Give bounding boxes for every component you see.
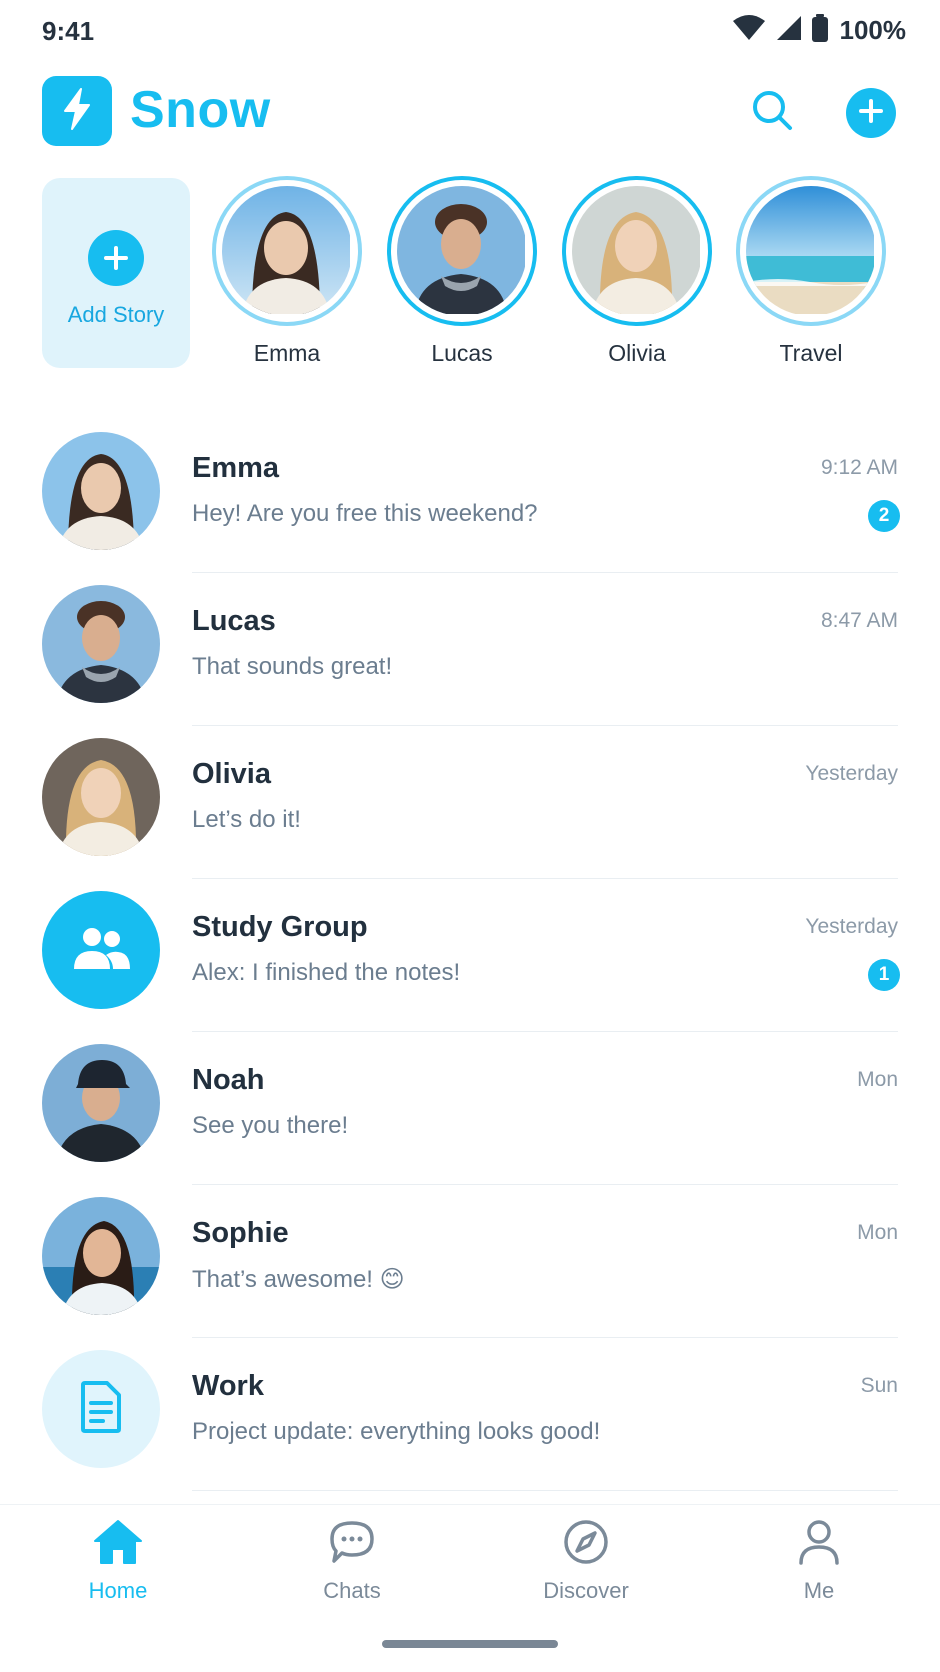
chat-preview: That sounds great! [192,653,393,680]
stories-bar: Add Story Emma Lucas Olivia Travel [0,176,940,376]
home-indicator [382,1640,558,1648]
chat-time: 9:12 AM [820,456,898,479]
chat-name: Work [192,1370,264,1402]
chat-name: Noah [192,1064,265,1096]
chat-preview: Project update: everything looks good! [192,1418,601,1445]
story-ring [212,176,362,326]
story-emma[interactable]: Emma [207,176,367,376]
home-icon [93,1519,143,1570]
nav-discover[interactable]: Discover [506,1519,666,1604]
chat-preview: Hey! Are you free this weekend? [192,500,538,527]
chat-preview: See you there! [192,1112,349,1139]
chat-name: Lucas [192,605,276,637]
story-travel[interactable]: Travel [731,176,891,376]
plus-icon [88,230,144,286]
chat-name: Emma [192,452,280,484]
chat-name: Sophie [192,1217,289,1249]
chat-preview: That’s awesome! 😊 [192,1266,405,1293]
status-bar: 9:41 100% [0,0,940,64]
avatar [42,738,160,856]
chat-bubble-icon [328,1519,376,1570]
story-ring [387,176,537,326]
compass-icon [563,1519,609,1570]
nav-label: Me [803,1578,835,1603]
status-time: 9:41 [42,16,95,46]
status-icons: 100% [732,14,907,47]
nav-label: Discover [543,1578,629,1603]
nav-home[interactable]: Home [38,1519,198,1604]
chat-row-sophie[interactable]: Sophie That’s awesome! 😊 Mon [0,1185,940,1338]
add-story-button[interactable]: Add Story [42,178,190,368]
search-button[interactable] [744,84,800,140]
avatar [746,186,876,316]
unread-badge: 1 [868,959,900,991]
battery-icon [811,14,828,47]
nav-label: Home [88,1578,148,1603]
chat-time: Sun [860,1374,898,1397]
app-header: Snow [0,70,940,154]
chat-name: Study Group [192,911,368,943]
new-chat-button[interactable] [846,88,896,138]
chat-time: 8:47 AM [820,609,898,632]
story-ring [562,176,712,326]
nav-chats[interactable]: Chats [272,1519,432,1604]
story-name: Olivia [608,340,666,366]
story-name: Travel [779,340,843,366]
chat-row-emma[interactable]: Emma Hey! Are you free this weekend? 9:1… [0,420,940,573]
group-icon [72,925,130,976]
chat-row-work[interactable]: Work Project update: everything looks go… [0,1338,940,1491]
add-story-label: Add Story [67,302,165,327]
chat-list: Emma Hey! Are you free this weekend? 9:1… [0,420,940,1491]
work-avatar [42,1350,160,1468]
avatar [222,186,352,316]
chat-time: Yesterday [805,762,898,785]
chat-time: Mon [857,1221,898,1244]
plus-icon [858,98,884,129]
chat-preview: Let’s do it! [192,806,301,833]
chat-preview: Alex: I finished the notes! [192,959,461,986]
divider [192,1490,898,1491]
bolt-icon [59,87,95,136]
chat-time: Mon [857,1068,898,1091]
chat-row-noah[interactable]: Noah See you there! Mon [0,1032,940,1185]
story-name: Lucas [431,340,493,366]
chat-time: Yesterday [805,915,898,938]
signal-icon [776,15,802,46]
chat-row-lucas[interactable]: Lucas That sounds great! 8:47 AM [0,573,940,726]
wifi-icon [732,15,766,46]
person-icon [797,1519,841,1570]
battery-percent: 100% [839,15,907,45]
app-name: Snow [130,81,271,139]
avatar [42,1197,160,1315]
avatar [572,186,702,316]
document-icon [79,1380,123,1438]
avatar [42,1044,160,1162]
avatar [42,432,160,550]
avatar [397,186,527,316]
avatar [42,585,160,703]
app-logo [42,76,112,146]
story-lucas[interactable]: Lucas [382,176,542,376]
story-ring [736,176,886,326]
chat-name: Olivia [192,758,271,790]
story-olivia[interactable]: Olivia [557,176,717,376]
nav-me[interactable]: Me [739,1519,899,1604]
search-icon [750,88,794,137]
story-name: Emma [253,340,321,366]
chat-row-olivia[interactable]: Olivia Let’s do it! Yesterday [0,726,940,879]
chat-row-study-group[interactable]: Study Group Alex: I finished the notes! … [0,879,940,1032]
unread-badge: 2 [868,500,900,532]
group-avatar [42,891,160,1009]
nav-label: Chats [323,1578,381,1603]
